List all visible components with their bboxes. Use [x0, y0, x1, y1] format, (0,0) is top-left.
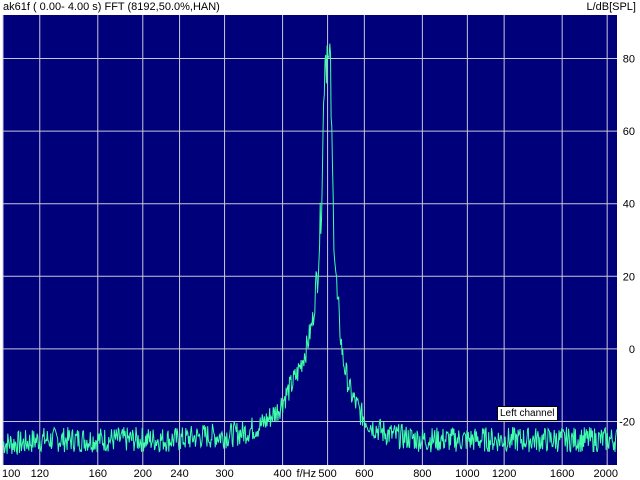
- x-tick-label: 2000: [594, 468, 618, 480]
- x-tick-label: 1600: [550, 468, 574, 480]
- plot-area: [3, 15, 617, 465]
- y-tick-label: -20: [619, 416, 635, 428]
- y-tick-label: 60: [623, 126, 635, 138]
- x-tick-label: 1000: [455, 468, 479, 480]
- x-tick-label: 600: [355, 468, 373, 480]
- x-tick-label: 240: [170, 468, 188, 480]
- y-tick-label: 80: [623, 54, 635, 66]
- x-tick-label: 400: [273, 468, 291, 480]
- x-tick-label: 1200: [492, 468, 516, 480]
- x-tick-label: 300: [215, 468, 233, 480]
- x-tick-label: 200: [134, 468, 152, 480]
- x-tick-label: 100: [2, 468, 20, 480]
- x-tick-label: 800: [413, 468, 431, 480]
- y-tick-label: 40: [623, 199, 635, 211]
- y-tick-label: 20: [623, 271, 635, 283]
- x-axis-label: f/Hz: [297, 468, 317, 480]
- y-tick-label: 0: [629, 344, 635, 356]
- x-tick-label: 160: [89, 468, 107, 480]
- x-tick-label: 120: [31, 468, 49, 480]
- x-tick-label: 500: [318, 468, 336, 480]
- y-tick-labels: -20 0 20 40 60 80: [619, 54, 635, 429]
- legend-left-channel: Left channel: [497, 406, 558, 421]
